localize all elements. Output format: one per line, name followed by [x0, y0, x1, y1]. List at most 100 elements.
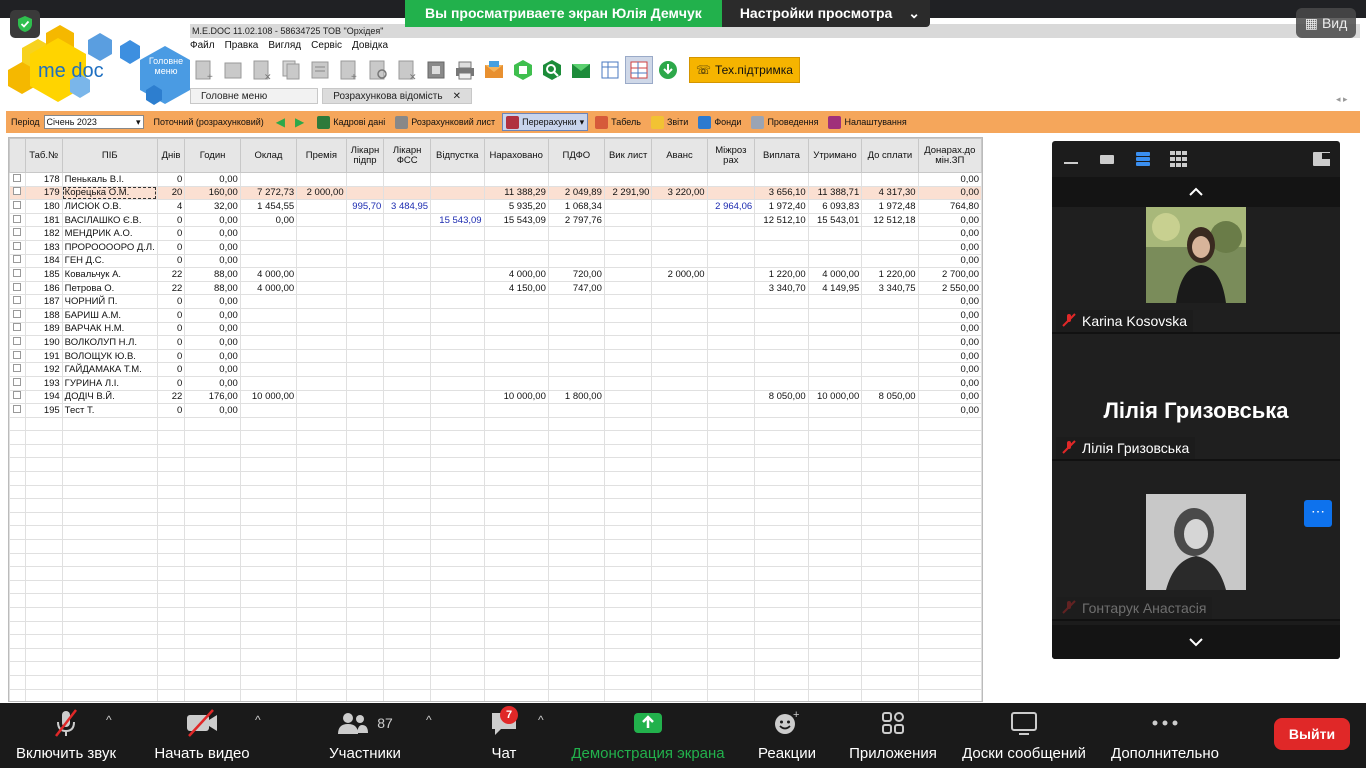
table-cell[interactable]: [706, 253, 756, 269]
table-cell[interactable]: 195: [24, 403, 63, 418]
checkbox-icon[interactable]: [13, 187, 22, 196]
table-cell[interactable]: [345, 348, 385, 364]
checkbox-icon[interactable]: [13, 323, 22, 332]
menu-help[interactable]: Довідка: [352, 40, 388, 53]
table-cell[interactable]: [603, 239, 653, 255]
table-cell[interactable]: Корецька О.М.: [61, 185, 158, 201]
table-cell[interactable]: 15 543,09: [483, 212, 549, 228]
table-cell[interactable]: [483, 375, 549, 391]
table-row[interactable]: 192 ГАЙДАМАКА Т.М. 0 0,00 0,00: [9, 362, 982, 377]
checkbox-icon[interactable]: [13, 173, 22, 182]
verify-icon[interactable]: [538, 56, 566, 84]
table-cell[interactable]: [345, 253, 385, 269]
table-cell[interactable]: [603, 375, 653, 391]
table-cell[interactable]: [345, 226, 385, 241]
table-cell[interactable]: [547, 239, 605, 255]
table-cell[interactable]: [239, 239, 298, 255]
table-cell[interactable]: [296, 389, 347, 405]
table-cell[interactable]: [345, 335, 385, 350]
table-cell[interactable]: 0,00: [184, 253, 241, 269]
table-cell[interactable]: 2 049,89: [547, 185, 605, 201]
checkbox-icon[interactable]: [13, 377, 22, 386]
chevron-up-icon[interactable]: ^: [538, 713, 544, 727]
table-cell[interactable]: 0,00: [917, 348, 982, 364]
table-cell[interactable]: [547, 335, 605, 350]
table-cell[interactable]: ГАЙДАМАКА Т.М.: [61, 362, 158, 377]
table-cell[interactable]: 4 000,00: [239, 280, 298, 296]
table-cell[interactable]: 190: [24, 335, 63, 350]
table-cell[interactable]: 1 972,48: [861, 199, 919, 214]
table-row[interactable]: 186 Петрова О. 22 88,00 4 000,00 4 150,00 747,…: [9, 280, 982, 296]
table-cell[interactable]: 1 220,00: [754, 267, 809, 282]
column-header[interactable]: Вик лист: [603, 138, 653, 173]
open-doc-icon[interactable]: [219, 56, 247, 84]
table-cell[interactable]: [651, 403, 708, 418]
table-cell[interactable]: [603, 172, 653, 187]
table-cell[interactable]: [430, 185, 485, 201]
payslip-button[interactable]: Розрахунковий лист: [392, 113, 498, 131]
postings-button[interactable]: Проведення: [748, 113, 821, 131]
table-cell[interactable]: [651, 362, 708, 377]
print-icon[interactable]: [451, 56, 479, 84]
row-checkbox[interactable]: [9, 212, 26, 228]
chat-button[interactable]: 7 Чат: [486, 703, 522, 768]
row-checkbox[interactable]: [9, 403, 26, 418]
table-cell[interactable]: Пенькаль В.І.: [61, 172, 158, 187]
table-cell[interactable]: [430, 239, 485, 255]
table-cell[interactable]: [430, 348, 485, 364]
table-cell[interactable]: [807, 294, 863, 309]
table-cell[interactable]: [651, 294, 708, 309]
table-cell[interactable]: [547, 253, 605, 269]
table-cell[interactable]: [754, 253, 809, 269]
checkbox-icon[interactable]: [13, 364, 22, 373]
table-cell[interactable]: [861, 307, 919, 323]
table-cell[interactable]: [345, 389, 385, 405]
column-header[interactable]: Аванс: [651, 138, 708, 173]
table-cell[interactable]: [345, 212, 385, 228]
checkbox-icon[interactable]: [13, 336, 22, 345]
menu-view[interactable]: Вигляд: [268, 40, 301, 53]
row-checkbox[interactable]: [9, 199, 26, 214]
table-cell[interactable]: 3 484,95: [383, 199, 432, 214]
table-cell[interactable]: 189: [24, 321, 63, 337]
table-cell[interactable]: [383, 253, 432, 269]
table-cell[interactable]: 0,00: [917, 321, 982, 337]
table-cell[interactable]: 2 797,76: [547, 212, 605, 228]
column-header[interactable]: Премія: [296, 138, 347, 173]
table-row[interactable]: 182 МЕНДРИК А.О. 0 0,00 0,00: [9, 226, 982, 241]
table-row[interactable]: 181 ВАСІЛАШКО Є.В. 0 0,00 0,00 15 543,09 15 54…: [9, 212, 982, 228]
table-cell[interactable]: Петрова О.: [61, 280, 158, 296]
table-cell[interactable]: [345, 294, 385, 309]
reactions-button[interactable]: + Реакции: [756, 703, 818, 768]
table-cell[interactable]: 7 272,73: [239, 185, 298, 201]
column-header[interactable]: Оклад: [239, 138, 298, 173]
table-cell[interactable]: [345, 362, 385, 377]
table-cell[interactable]: 0: [156, 335, 186, 350]
row-checkbox[interactable]: [9, 348, 26, 364]
checkbox-icon[interactable]: [13, 228, 22, 237]
row-checkbox[interactable]: [9, 307, 26, 323]
column-header[interactable]: Утримано: [807, 138, 863, 173]
table-cell[interactable]: 0: [156, 321, 186, 337]
table-cell[interactable]: [239, 348, 298, 364]
table-cell[interactable]: 88,00: [184, 267, 241, 282]
tab-main-menu[interactable]: Головне меню: [190, 88, 319, 104]
table-cell[interactable]: [547, 375, 605, 391]
table-cell[interactable]: [383, 307, 432, 323]
table-cell[interactable]: 2 700,00: [917, 267, 982, 282]
table-cell[interactable]: 4: [156, 199, 186, 214]
table-cell[interactable]: [547, 362, 605, 377]
table-cell[interactable]: [383, 375, 432, 391]
table-cell[interactable]: 0,00: [917, 185, 982, 201]
table-cell[interactable]: [483, 403, 549, 418]
table-cell[interactable]: 185: [24, 267, 63, 282]
checkbox-icon[interactable]: [13, 309, 22, 318]
row-checkbox[interactable]: [9, 294, 26, 309]
table-cell[interactable]: [807, 375, 863, 391]
table-cell[interactable]: 178: [24, 172, 63, 187]
prev-period-icon[interactable]: ◀: [276, 115, 285, 129]
view-button[interactable]: ▦ Вид: [1296, 8, 1356, 38]
apps-button[interactable]: Приложения: [846, 703, 940, 768]
table-cell[interactable]: [383, 348, 432, 364]
table-cell[interactable]: [296, 335, 347, 350]
